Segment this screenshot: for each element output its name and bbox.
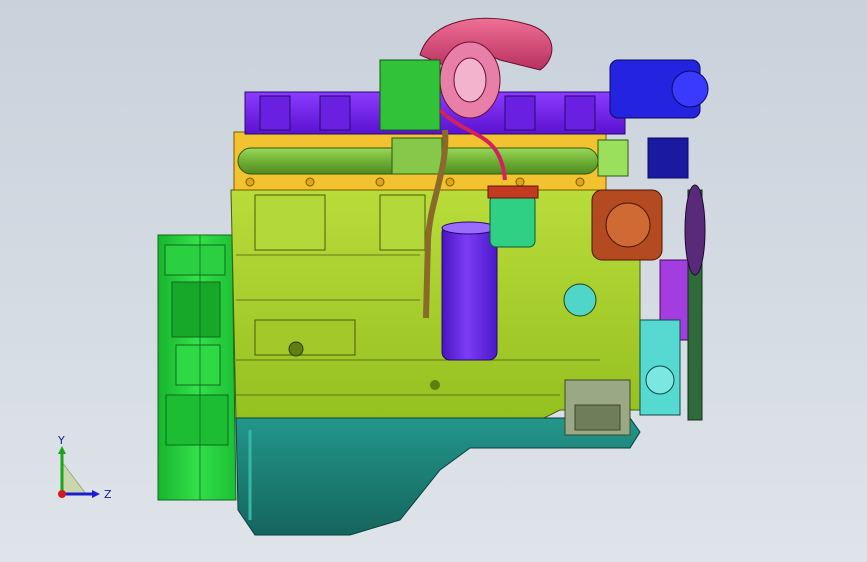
3d-viewport[interactable]: Y Z — [0, 0, 867, 562]
z-axis-arrow-icon — [92, 490, 100, 498]
engine-model[interactable] — [0, 0, 867, 562]
air-compressor[interactable] — [591, 189, 663, 261]
z-axis-label: Z — [104, 488, 112, 501]
y-axis-arrow-icon — [58, 446, 66, 454]
engine-mount-bracket — [564, 379, 631, 436]
x-axis-dot-icon — [58, 490, 66, 498]
oil-filter[interactable] — [441, 221, 498, 361]
flywheel-housing[interactable] — [157, 234, 237, 501]
water-pump[interactable] — [639, 319, 681, 416]
y-axis-label: Y — [57, 434, 65, 447]
coordinate-triad: Y Z — [57, 434, 112, 501]
oil-pan[interactable] — [235, 417, 641, 536]
fuel-filter[interactable] — [487, 185, 539, 248]
